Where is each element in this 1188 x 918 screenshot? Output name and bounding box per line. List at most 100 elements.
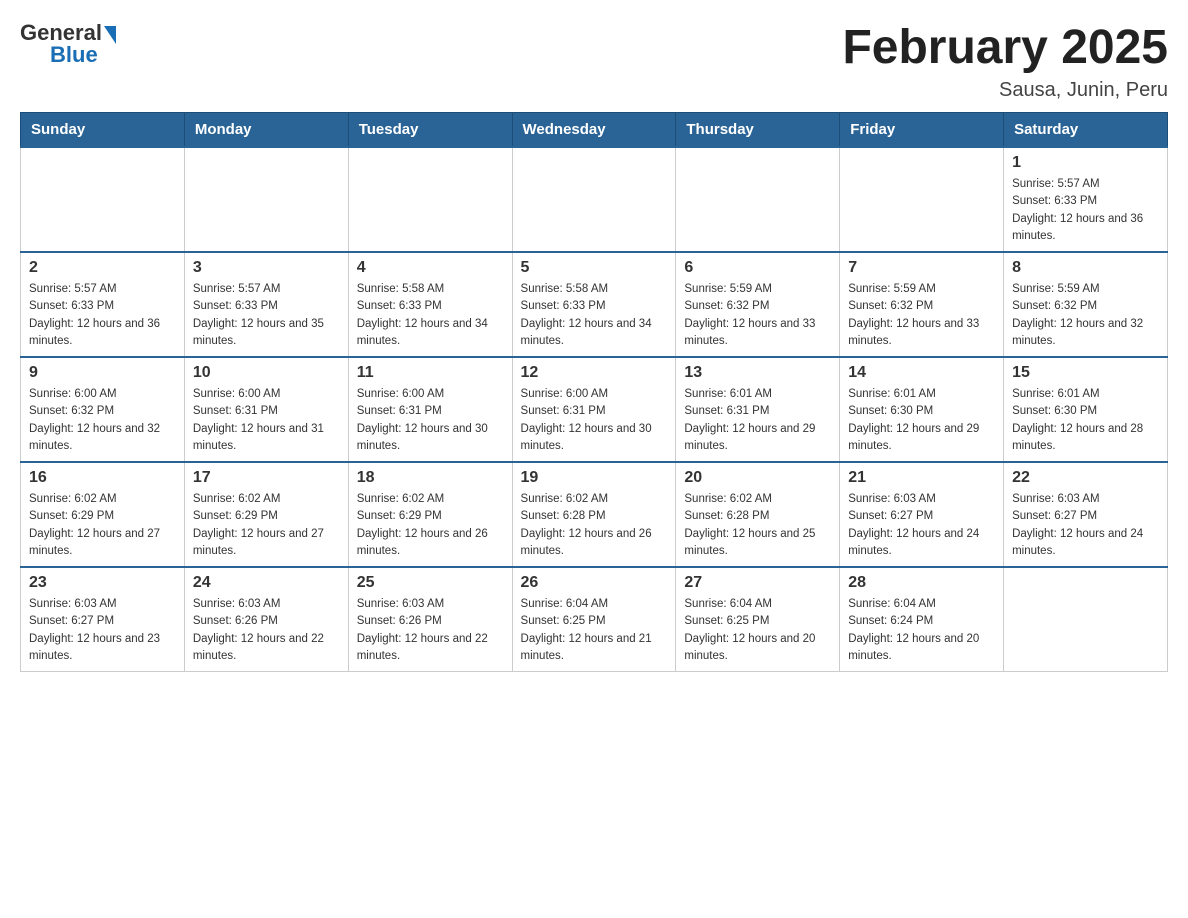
day-number: 23 <box>29 574 176 592</box>
day-number: 1 <box>1012 154 1159 172</box>
day-info: Sunrise: 6:02 AM Sunset: 6:28 PM Dayligh… <box>521 491 668 560</box>
day-number: 7 <box>848 259 995 277</box>
calendar-cell <box>676 147 840 252</box>
weekday-header-wednesday: Wednesday <box>512 113 676 148</box>
weekday-header-row: SundayMondayTuesdayWednesdayThursdayFrid… <box>21 113 1168 148</box>
logo-triangle-icon <box>104 26 116 44</box>
day-number: 26 <box>521 574 668 592</box>
day-number: 13 <box>684 364 831 382</box>
calendar-cell: 23 Sunrise: 6:03 AM Sunset: 6:27 PM Dayli… <box>21 567 185 672</box>
calendar-cell: 8 Sunrise: 5:59 AM Sunset: 6:32 PM Daylig… <box>1004 252 1168 357</box>
day-number: 11 <box>357 364 504 382</box>
week-row-4: 16 Sunrise: 6:02 AM Sunset: 6:29 PM Dayli… <box>21 462 1168 567</box>
weekday-header-monday: Monday <box>184 113 348 148</box>
calendar-cell: 4 Sunrise: 5:58 AM Sunset: 6:33 PM Daylig… <box>348 252 512 357</box>
calendar-cell <box>348 147 512 252</box>
day-number: 3 <box>193 259 340 277</box>
day-number: 20 <box>684 469 831 487</box>
day-number: 21 <box>848 469 995 487</box>
calendar-cell <box>840 147 1004 252</box>
day-info: Sunrise: 6:04 AM Sunset: 6:25 PM Dayligh… <box>684 596 831 665</box>
calendar-cell: 9 Sunrise: 6:00 AM Sunset: 6:32 PM Daylig… <box>21 357 185 462</box>
day-info: Sunrise: 5:59 AM Sunset: 6:32 PM Dayligh… <box>848 281 995 350</box>
day-info: Sunrise: 5:57 AM Sunset: 6:33 PM Dayligh… <box>1012 176 1159 245</box>
calendar-cell: 24 Sunrise: 6:03 AM Sunset: 6:26 PM Dayli… <box>184 567 348 672</box>
logo: General Blue <box>20 20 116 68</box>
calendar-cell: 16 Sunrise: 6:02 AM Sunset: 6:29 PM Dayli… <box>21 462 185 567</box>
day-number: 25 <box>357 574 504 592</box>
day-number: 16 <box>29 469 176 487</box>
weekday-header-friday: Friday <box>840 113 1004 148</box>
logo-blue-text: Blue <box>50 42 98 68</box>
day-info: Sunrise: 6:00 AM Sunset: 6:31 PM Dayligh… <box>193 386 340 455</box>
calendar-cell: 25 Sunrise: 6:03 AM Sunset: 6:26 PM Dayli… <box>348 567 512 672</box>
day-info: Sunrise: 6:02 AM Sunset: 6:29 PM Dayligh… <box>357 491 504 560</box>
day-info: Sunrise: 5:59 AM Sunset: 6:32 PM Dayligh… <box>1012 281 1159 350</box>
day-number: 4 <box>357 259 504 277</box>
day-info: Sunrise: 6:03 AM Sunset: 6:26 PM Dayligh… <box>357 596 504 665</box>
week-row-3: 9 Sunrise: 6:00 AM Sunset: 6:32 PM Daylig… <box>21 357 1168 462</box>
calendar-cell: 27 Sunrise: 6:04 AM Sunset: 6:25 PM Dayli… <box>676 567 840 672</box>
day-info: Sunrise: 6:02 AM Sunset: 6:28 PM Dayligh… <box>684 491 831 560</box>
calendar-cell: 13 Sunrise: 6:01 AM Sunset: 6:31 PM Dayli… <box>676 357 840 462</box>
calendar-cell: 12 Sunrise: 6:00 AM Sunset: 6:31 PM Dayli… <box>512 357 676 462</box>
day-info: Sunrise: 6:00 AM Sunset: 6:32 PM Dayligh… <box>29 386 176 455</box>
day-number: 24 <box>193 574 340 592</box>
day-info: Sunrise: 5:58 AM Sunset: 6:33 PM Dayligh… <box>357 281 504 350</box>
calendar-cell: 11 Sunrise: 6:00 AM Sunset: 6:31 PM Dayli… <box>348 357 512 462</box>
calendar-cell: 5 Sunrise: 5:58 AM Sunset: 6:33 PM Daylig… <box>512 252 676 357</box>
day-number: 27 <box>684 574 831 592</box>
day-number: 6 <box>684 259 831 277</box>
calendar-cell: 18Sunrise: 6:02 AM Sunset: 6:29 PM Dayli… <box>348 462 512 567</box>
day-number: 8 <box>1012 259 1159 277</box>
day-info: Sunrise: 6:04 AM Sunset: 6:24 PM Dayligh… <box>848 596 995 665</box>
calendar-cell: 22 Sunrise: 6:03 AM Sunset: 6:27 PM Dayli… <box>1004 462 1168 567</box>
day-number: 14 <box>848 364 995 382</box>
day-number: 19 <box>521 469 668 487</box>
day-info: Sunrise: 6:00 AM Sunset: 6:31 PM Dayligh… <box>357 386 504 455</box>
day-info: Sunrise: 6:02 AM Sunset: 6:29 PM Dayligh… <box>29 491 176 560</box>
title-section: February 2025 Sausa, Junin, Peru <box>842 20 1168 102</box>
week-row-1: 1 Sunrise: 5:57 AM Sunset: 6:33 PM Daylig… <box>21 147 1168 252</box>
calendar-cell: 14Sunrise: 6:01 AM Sunset: 6:30 PM Dayli… <box>840 357 1004 462</box>
calendar-cell: 17 Sunrise: 6:02 AM Sunset: 6:29 PM Dayli… <box>184 462 348 567</box>
calendar-cell: 10 Sunrise: 6:00 AM Sunset: 6:31 PM Dayli… <box>184 357 348 462</box>
calendar-cell <box>1004 567 1168 672</box>
calendar-cell: 26Sunrise: 6:04 AM Sunset: 6:25 PM Dayli… <box>512 567 676 672</box>
day-info: Sunrise: 6:02 AM Sunset: 6:29 PM Dayligh… <box>193 491 340 560</box>
day-info: Sunrise: 6:00 AM Sunset: 6:31 PM Dayligh… <box>521 386 668 455</box>
calendar-cell: 21 Sunrise: 6:03 AM Sunset: 6:27 PM Dayli… <box>840 462 1004 567</box>
day-info: Sunrise: 5:59 AM Sunset: 6:32 PM Dayligh… <box>684 281 831 350</box>
day-info: Sunrise: 6:01 AM Sunset: 6:31 PM Dayligh… <box>684 386 831 455</box>
page-header: General Blue February 2025 Sausa, Junin,… <box>20 20 1168 102</box>
weekday-header-saturday: Saturday <box>1004 113 1168 148</box>
calendar-cell: 1 Sunrise: 5:57 AM Sunset: 6:33 PM Daylig… <box>1004 147 1168 252</box>
calendar-cell: 15Sunrise: 6:01 AM Sunset: 6:30 PM Dayli… <box>1004 357 1168 462</box>
calendar-cell: 2Sunrise: 5:57 AM Sunset: 6:33 PM Daylig… <box>21 252 185 357</box>
day-info: Sunrise: 5:58 AM Sunset: 6:33 PM Dayligh… <box>521 281 668 350</box>
day-number: 10 <box>193 364 340 382</box>
day-info: Sunrise: 6:03 AM Sunset: 6:26 PM Dayligh… <box>193 596 340 665</box>
day-number: 5 <box>521 259 668 277</box>
weekday-header-thursday: Thursday <box>676 113 840 148</box>
week-row-2: 2Sunrise: 5:57 AM Sunset: 6:33 PM Daylig… <box>21 252 1168 357</box>
day-info: Sunrise: 6:03 AM Sunset: 6:27 PM Dayligh… <box>1012 491 1159 560</box>
day-number: 12 <box>521 364 668 382</box>
calendar-cell: 6 Sunrise: 5:59 AM Sunset: 6:32 PM Daylig… <box>676 252 840 357</box>
day-number: 15 <box>1012 364 1159 382</box>
day-info: Sunrise: 6:03 AM Sunset: 6:27 PM Dayligh… <box>848 491 995 560</box>
day-info: Sunrise: 5:57 AM Sunset: 6:33 PM Dayligh… <box>193 281 340 350</box>
day-number: 9 <box>29 364 176 382</box>
calendar-cell: 7 Sunrise: 5:59 AM Sunset: 6:32 PM Daylig… <box>840 252 1004 357</box>
calendar-cell: 19 Sunrise: 6:02 AM Sunset: 6:28 PM Dayli… <box>512 462 676 567</box>
day-number: 22 <box>1012 469 1159 487</box>
page-title: February 2025 <box>842 20 1168 75</box>
day-info: Sunrise: 6:03 AM Sunset: 6:27 PM Dayligh… <box>29 596 176 665</box>
day-number: 28 <box>848 574 995 592</box>
day-number: 17 <box>193 469 340 487</box>
day-info: Sunrise: 5:57 AM Sunset: 6:33 PM Dayligh… <box>29 281 176 350</box>
calendar-cell: 20 Sunrise: 6:02 AM Sunset: 6:28 PM Dayli… <box>676 462 840 567</box>
weekday-header-tuesday: Tuesday <box>348 113 512 148</box>
calendar-cell: 28 Sunrise: 6:04 AM Sunset: 6:24 PM Dayli… <box>840 567 1004 672</box>
calendar-cell <box>21 147 185 252</box>
